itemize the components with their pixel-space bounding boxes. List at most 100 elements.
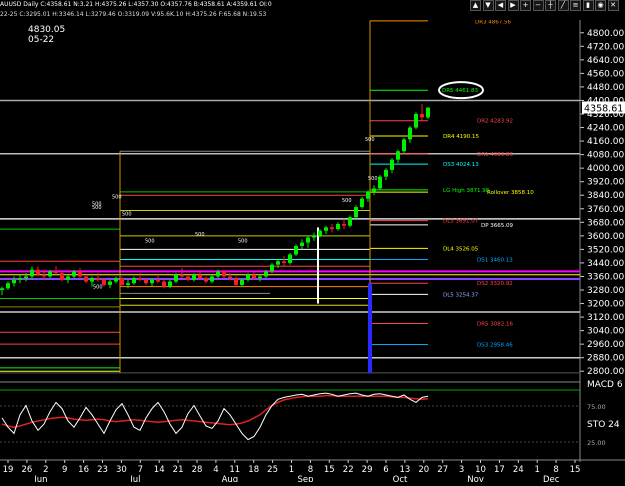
right-arrow-icon[interactable]: ▶ bbox=[507, 0, 519, 11]
five-hundred-marker: 500 bbox=[122, 212, 132, 218]
date-tick-label: 7 bbox=[138, 465, 143, 475]
date-tick-label: 14 bbox=[154, 465, 165, 475]
price-tick-label: 4080.00 bbox=[587, 151, 624, 161]
cursor-value: 4830.05 bbox=[28, 25, 65, 35]
date-tick-label: 21 bbox=[173, 465, 184, 475]
level-label: DP 3665.09 bbox=[481, 223, 514, 229]
candle-body bbox=[90, 278, 94, 282]
candle-body bbox=[204, 278, 208, 282]
price-tick-label: 4720.00 bbox=[587, 42, 624, 52]
draw-icon[interactable]: ╱ bbox=[557, 0, 569, 11]
candle-body bbox=[198, 274, 202, 279]
date-tick-label: 25 bbox=[267, 465, 278, 475]
camera-icon[interactable]: ◉ bbox=[595, 0, 606, 11]
level-label: DS1 3460.13 bbox=[477, 258, 513, 264]
candle-body bbox=[258, 276, 262, 279]
close-icon[interactable]: ✕ bbox=[607, 0, 619, 11]
bars-icon[interactable]: ▮ bbox=[582, 0, 594, 11]
date-tick-label: 20 bbox=[418, 465, 429, 475]
candle-body bbox=[78, 271, 82, 277]
date-tick-label: 8 bbox=[553, 465, 558, 475]
candle-body bbox=[318, 230, 322, 236]
level-label: DS3 2958.46 bbox=[477, 342, 513, 348]
symbol-info: AUUSD Daily C:4358.61 N:3.21 H:4375.26 L… bbox=[0, 1, 272, 8]
candle-body bbox=[390, 159, 394, 170]
sto-signal-line bbox=[1, 394, 429, 428]
candle-body bbox=[408, 127, 412, 140]
five-hundred-marker: 500 bbox=[92, 205, 102, 211]
up-arrow-icon[interactable]: ▲ bbox=[470, 0, 481, 11]
five-hundred-marker: 500 bbox=[238, 239, 248, 245]
candle-body bbox=[276, 261, 280, 265]
month-label: Jun bbox=[33, 475, 47, 482]
candle-body bbox=[42, 274, 46, 277]
month-label: Oct bbox=[393, 475, 408, 482]
price-tick-label: 4800.00 bbox=[587, 29, 624, 39]
candle-body bbox=[6, 283, 10, 289]
zoom-out-icon[interactable]: − bbox=[532, 0, 544, 11]
candle-body bbox=[402, 139, 406, 152]
price-tick-label: 4480.00 bbox=[587, 83, 624, 93]
date-tick-label: 8 bbox=[308, 465, 313, 475]
macd-label: MACD 6 bbox=[587, 380, 623, 390]
month-label: Aug bbox=[222, 475, 239, 482]
candle-body bbox=[66, 276, 70, 280]
chart-svg[interactable]: 4800.004720.004640.004560.004480.004400.… bbox=[0, 19, 625, 485]
candle-body bbox=[372, 188, 376, 192]
date-tick-label: 27 bbox=[437, 465, 448, 475]
price-tick-label: 3680.00 bbox=[587, 218, 624, 228]
price-tick-label: 4240.00 bbox=[587, 124, 624, 134]
candle-body bbox=[366, 191, 370, 199]
level-label: DR5 3082.16 bbox=[477, 322, 514, 328]
candle-body bbox=[282, 261, 286, 263]
date-tick-label: 22 bbox=[343, 465, 354, 475]
candle-body bbox=[162, 281, 166, 287]
five-hundred-marker: 500 bbox=[368, 176, 378, 182]
candle-body bbox=[306, 237, 310, 243]
candle-body bbox=[102, 279, 106, 285]
date-tick-label: 23 bbox=[97, 465, 108, 475]
down-arrow-icon[interactable]: ▼ bbox=[482, 0, 494, 11]
candle-body bbox=[396, 151, 400, 160]
candle-body bbox=[264, 271, 268, 277]
sto-level-label: 25.00 bbox=[587, 439, 606, 447]
cursor-date: 05-22 bbox=[28, 35, 54, 45]
level-label: DR1 4083.86 bbox=[477, 152, 514, 158]
zoom-in-icon[interactable]: + bbox=[520, 0, 531, 11]
candle-body bbox=[216, 271, 220, 277]
date-tick-label: 15 bbox=[570, 465, 581, 475]
candle-body bbox=[228, 276, 232, 279]
candle-body bbox=[108, 281, 112, 285]
five-hundred-marker: 500 bbox=[145, 239, 155, 245]
chart-area[interactable]: 4800.00 4720.00 4640.00 4560.00 4480.00 4400.… bbox=[0, 19, 625, 485]
crosshair-icon[interactable]: ┼ bbox=[545, 0, 556, 11]
candle-body bbox=[192, 274, 196, 280]
price-tick-label: 3760.00 bbox=[587, 205, 624, 215]
candle-body bbox=[330, 227, 334, 230]
candle-body bbox=[312, 235, 316, 238]
list-icon[interactable]: ≡ bbox=[570, 0, 581, 11]
candle-body bbox=[174, 274, 178, 282]
candle-body bbox=[72, 271, 76, 277]
price-tick-label: 3200.00 bbox=[587, 300, 624, 310]
candle-body bbox=[342, 224, 346, 226]
candle-body bbox=[18, 278, 22, 280]
price-tick-label: 4640.00 bbox=[587, 56, 624, 66]
candle-body bbox=[210, 276, 214, 282]
date-tick-label: 15 bbox=[324, 465, 335, 475]
sto-level-label: 75.00 bbox=[587, 403, 606, 411]
left-arrow-icon[interactable]: ◀ bbox=[495, 0, 506, 11]
candle-body bbox=[24, 276, 28, 279]
price-tick-label: 3920.00 bbox=[587, 178, 624, 188]
date-tick-label: 4 bbox=[213, 465, 218, 475]
level-label: DR2 4283.92 bbox=[477, 118, 513, 124]
date-tick-label: 17 bbox=[494, 465, 505, 475]
price-tick-label: 3280.00 bbox=[587, 286, 624, 296]
candle-body bbox=[48, 271, 52, 277]
candle-body bbox=[132, 278, 136, 284]
candle-body bbox=[156, 279, 160, 282]
price-tick-label: 3600.00 bbox=[587, 232, 624, 242]
candle-body bbox=[354, 207, 358, 218]
candle-body bbox=[60, 273, 64, 280]
candle-body bbox=[168, 281, 172, 287]
